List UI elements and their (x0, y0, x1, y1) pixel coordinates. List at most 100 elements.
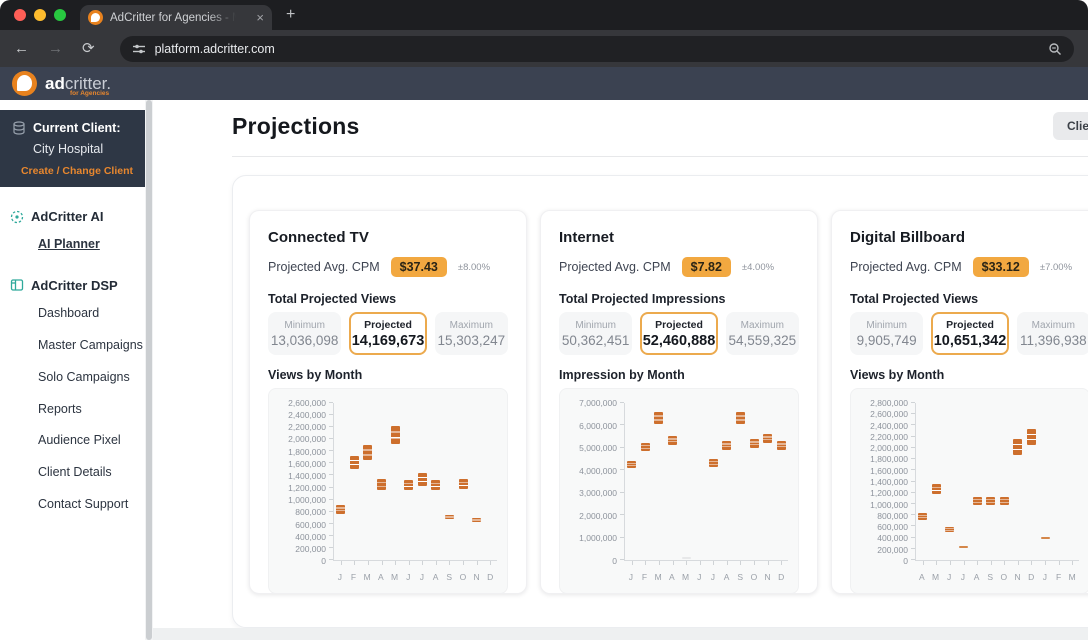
search-zoom-icon[interactable] (1048, 42, 1062, 56)
current-client-label: Current Client: (33, 121, 121, 135)
sidebar-title-adcritter-dsp: AdCritter DSP (31, 278, 118, 293)
sidebar-section-ai: AdCritter AI AI Planner (10, 209, 145, 256)
close-window-button[interactable] (14, 9, 26, 21)
address-bar[interactable]: platform.adcritter.com (120, 36, 1074, 62)
card-connected-tv: Connected TV Projected Avg. CPM $37.43 ±… (249, 210, 527, 594)
range-marker (682, 557, 691, 560)
range-marker (986, 497, 995, 505)
range-marker (945, 527, 954, 531)
range-marker (377, 479, 386, 490)
sidebar-section-dsp: AdCritter DSP Dashboard Master Campaigns… (10, 278, 145, 516)
projected-stat-box[interactable]: Projected 52,460,888 (640, 312, 717, 355)
cpm-label: Projected Avg. CPM (850, 260, 962, 274)
cpm-label: Projected Avg. CPM (268, 260, 380, 274)
range-marker (777, 441, 786, 450)
range-marker (336, 505, 345, 513)
x-axis-labels: JFMAMJJASOND (333, 572, 497, 584)
minimum-stat-box[interactable]: Minimum 50,362,451 (559, 312, 632, 355)
dsp-icon (10, 278, 24, 292)
sidebar-item-reports[interactable]: Reports (38, 399, 145, 421)
sidebar-scrollbar[interactable] (145, 100, 153, 640)
main-content: Projections Client Connected TV Projecte… (153, 100, 1088, 640)
sidebar: Current Client: City Hospital Create / C… (0, 100, 145, 640)
range-marker (1000, 497, 1009, 505)
cpm-variance: ±8.00% (458, 262, 490, 273)
forward-icon[interactable]: → (48, 41, 63, 56)
range-marker (363, 445, 372, 460)
range-marker (736, 412, 745, 424)
close-tab-icon[interactable]: × (256, 11, 264, 24)
range-marker (641, 443, 650, 451)
current-client-box: Current Client: City Hospital Create / C… (0, 110, 145, 187)
adcritter-wordmark[interactable]: adcritter. for Agencies (45, 75, 111, 93)
sidebar-item-client-details[interactable]: Client Details (38, 462, 145, 484)
sidebar-item-dashboard[interactable]: Dashboard (38, 303, 145, 325)
views-by-month-chart: 2,800,0002,600,0002,400,0002,200,0002,00… (850, 388, 1088, 594)
projected-stat-box[interactable]: Projected 10,651,342 (931, 312, 1008, 355)
create-change-client-link[interactable]: Create / Change Client (12, 165, 133, 177)
projected-stat-box[interactable]: Projected 14,169,673 (349, 312, 426, 355)
y-axis-labels: 2,800,0002,600,0002,400,0002,200,0002,00… (851, 403, 908, 561)
sidebar-item-audience-pixel[interactable]: Audience Pixel (38, 430, 145, 452)
range-marker (431, 480, 440, 490)
adcritter-favicon-icon (88, 10, 103, 25)
range-marker (750, 439, 759, 448)
cpm-label: Projected Avg. CPM (559, 260, 671, 274)
range-marker (668, 436, 677, 445)
range-marker (959, 546, 968, 548)
sidebar-item-contact-support[interactable]: Contact Support (38, 494, 145, 516)
minimize-window-button[interactable] (34, 9, 46, 21)
client-stack-icon (12, 121, 26, 135)
plot-area (624, 403, 788, 561)
range-marker (763, 434, 772, 443)
range-marker (918, 513, 927, 520)
views-by-month-chart: 2,600,0002,400,0002,200,0002,000,0001,80… (268, 388, 508, 594)
range-marker (459, 479, 468, 489)
browser-tab-strip: AdCritter for Agencies - Mast × + (0, 0, 1088, 30)
range-marker (404, 480, 413, 490)
card-title: Internet (559, 229, 799, 246)
browser-toolbar: ← → ⟳ platform.adcritter.com (0, 30, 1088, 67)
card-internet: Internet Projected Avg. CPM $7.82 ±4.00%… (540, 210, 818, 594)
range-marker (654, 412, 663, 424)
minimum-stat-box[interactable]: Minimum 9,905,749 (850, 312, 923, 355)
new-tab-button[interactable]: + (286, 6, 295, 24)
adcritter-logo-icon[interactable] (12, 71, 37, 96)
range-marker (1013, 439, 1022, 455)
client-button[interactable]: Client (1053, 112, 1088, 140)
maximum-stat-box[interactable]: Maximum 15,303,247 (435, 312, 508, 355)
card-title: Digital Billboard (850, 229, 1088, 246)
ai-icon (10, 210, 24, 224)
x-axis-labels: JFMAMJJASOND (624, 572, 788, 584)
card-digital-billboard: Digital Billboard Projected Avg. CPM $33… (831, 210, 1088, 594)
total-projected-label: Total Projected Impressions (559, 292, 799, 306)
page-title: Projections (232, 113, 359, 140)
y-axis-labels: 7,000,0006,000,0005,000,0004,000,0003,00… (560, 403, 617, 561)
browser-tab[interactable]: AdCritter for Agencies - Mast × (80, 5, 272, 30)
sidebar-item-master-campaigns[interactable]: Master Campaigns (38, 335, 145, 357)
minimum-stat-box[interactable]: Minimum 13,036,098 (268, 312, 341, 355)
sidebar-title-adcritter-ai: AdCritter AI (31, 209, 103, 224)
reload-icon[interactable]: ⟳ (82, 41, 95, 56)
sidebar-item-ai-planner[interactable]: AI Planner (38, 234, 145, 256)
back-icon[interactable]: ← (14, 41, 29, 56)
zoom-window-button[interactable] (54, 9, 66, 21)
range-marker (627, 461, 636, 468)
range-marker (973, 497, 982, 505)
tab-title: AdCritter for Agencies - Mast (110, 12, 236, 24)
maximum-stat-box[interactable]: Maximum 54,559,325 (726, 312, 799, 355)
sidebar-item-solo-campaigns[interactable]: Solo Campaigns (38, 367, 145, 389)
site-settings-icon[interactable] (132, 42, 146, 56)
range-marker (1027, 429, 1036, 445)
cpm-value-badge: $33.12 (973, 257, 1029, 277)
range-marker (391, 426, 400, 444)
projections-panel: Connected TV Projected Avg. CPM $37.43 ±… (232, 175, 1088, 628)
cpm-variance: ±4.00% (742, 262, 774, 273)
range-marker (350, 456, 359, 469)
cpm-variance: ±7.00% (1040, 262, 1072, 273)
total-projected-label: Total Projected Views (850, 292, 1088, 306)
maximum-stat-box[interactable]: Maximum 11,396,938 (1017, 312, 1088, 355)
impression-by-month-chart: 7,000,0006,000,0005,000,0004,000,0003,00… (559, 388, 799, 594)
header-divider (232, 156, 1088, 157)
chart-title: Impression by Month (559, 368, 799, 382)
